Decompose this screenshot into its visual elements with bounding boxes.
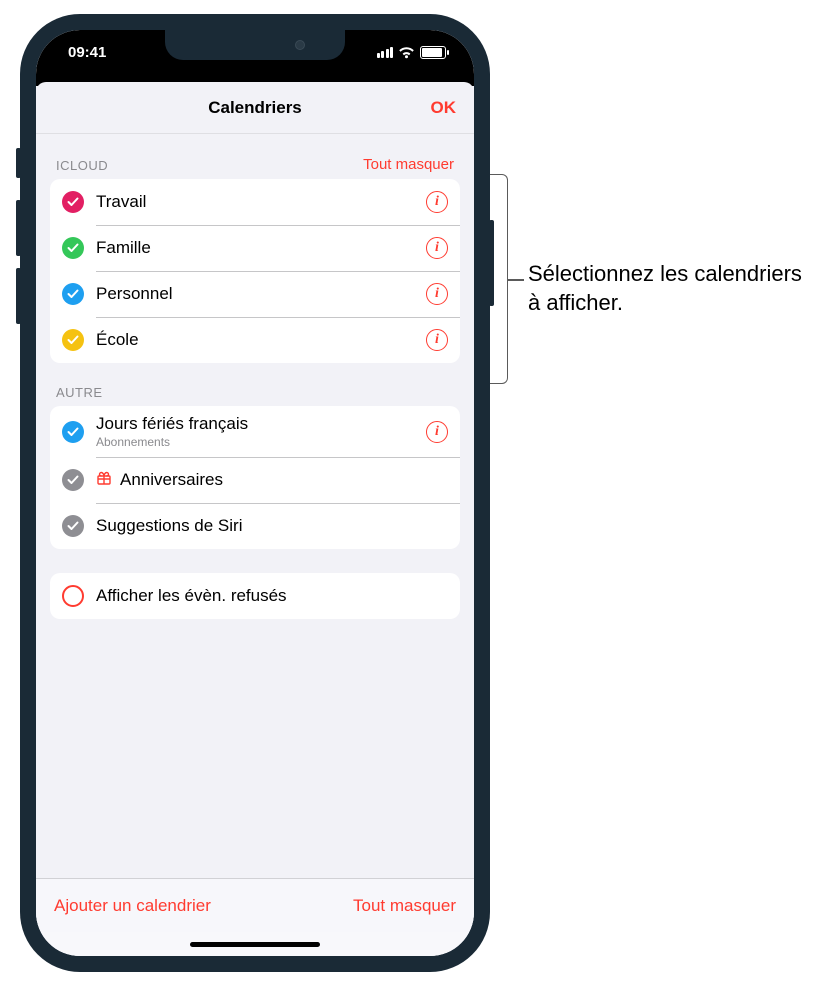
calendar-sublabel: Abonnements xyxy=(96,435,414,449)
checkmark-icon[interactable] xyxy=(62,421,84,443)
ok-button[interactable]: OK xyxy=(431,98,457,118)
calendar-row-travail[interactable]: Travail i xyxy=(50,179,460,225)
sheet-title: Calendriers xyxy=(208,98,302,118)
calendar-row-birthdays[interactable]: Anniversaires xyxy=(50,457,460,503)
autre-list: Jours fériés français Abonnements i xyxy=(50,406,460,549)
notch xyxy=(165,30,345,60)
section-header-icloud: ICLOUD Tout masquer xyxy=(50,134,460,179)
checkmark-icon[interactable] xyxy=(62,515,84,537)
status-time: 09:41 xyxy=(68,44,106,61)
info-icon[interactable]: i xyxy=(426,329,448,351)
info-icon[interactable]: i xyxy=(426,237,448,259)
checkmark-icon[interactable] xyxy=(62,283,84,305)
calendar-label: Anniversaires xyxy=(120,470,223,490)
icloud-list: Travail i Famille i Person xyxy=(50,179,460,363)
hide-all-icloud-button[interactable]: Tout masquer xyxy=(363,156,454,173)
checkmark-icon[interactable] xyxy=(62,329,84,351)
calendar-row-personnel[interactable]: Personnel i xyxy=(50,271,460,317)
calendar-label: Suggestions de Siri xyxy=(96,516,448,536)
cellular-icon xyxy=(377,47,394,58)
checkmark-icon[interactable] xyxy=(62,191,84,213)
calendar-row-holidays[interactable]: Jours fériés français Abonnements i xyxy=(50,406,460,457)
checkmark-icon[interactable] xyxy=(62,237,84,259)
gift-icon xyxy=(96,470,112,491)
bottom-toolbar: Ajouter un calendrier Tout masquer xyxy=(36,878,474,932)
info-icon[interactable]: i xyxy=(426,421,448,443)
phone-frame: 09:41 Calendriers OK ICLOUD Tout masquer xyxy=(20,14,490,972)
home-indicator[interactable] xyxy=(36,932,474,956)
calendar-row-famille[interactable]: Famille i xyxy=(50,225,460,271)
calendar-row-siri[interactable]: Suggestions de Siri xyxy=(50,503,460,549)
calendar-label: Travail xyxy=(96,192,414,212)
calendar-label: Jours fériés français xyxy=(96,414,414,434)
unchecked-circle-icon[interactable] xyxy=(62,585,84,607)
section-header-autre: AUTRE xyxy=(50,363,460,406)
calendars-sheet: Calendriers OK ICLOUD Tout masquer Trava… xyxy=(36,82,474,956)
declined-list: Afficher les évèn. refusés xyxy=(50,573,460,619)
show-declined-row[interactable]: Afficher les évèn. refusés xyxy=(50,573,460,619)
declined-label: Afficher les évèn. refusés xyxy=(96,586,448,606)
calendar-label: Personnel xyxy=(96,284,414,304)
battery-icon xyxy=(420,46,446,59)
calendar-row-ecole[interactable]: École i xyxy=(50,317,460,363)
hide-all-button[interactable]: Tout masquer xyxy=(353,896,456,916)
info-icon[interactable]: i xyxy=(426,191,448,213)
checkmark-icon[interactable] xyxy=(62,469,84,491)
add-calendar-button[interactable]: Ajouter un calendrier xyxy=(54,896,211,916)
calendar-label: École xyxy=(96,330,414,350)
info-icon[interactable]: i xyxy=(426,283,448,305)
wifi-icon xyxy=(398,46,415,59)
section-title-icloud: ICLOUD xyxy=(56,158,108,173)
phone-screen: 09:41 Calendriers OK ICLOUD Tout masquer xyxy=(36,30,474,956)
section-title-autre: AUTRE xyxy=(56,385,103,400)
sheet-header: Calendriers OK xyxy=(36,82,474,134)
callout-text: Sélectionnez les calendriers à afficher. xyxy=(528,260,802,317)
calendar-label: Famille xyxy=(96,238,414,258)
